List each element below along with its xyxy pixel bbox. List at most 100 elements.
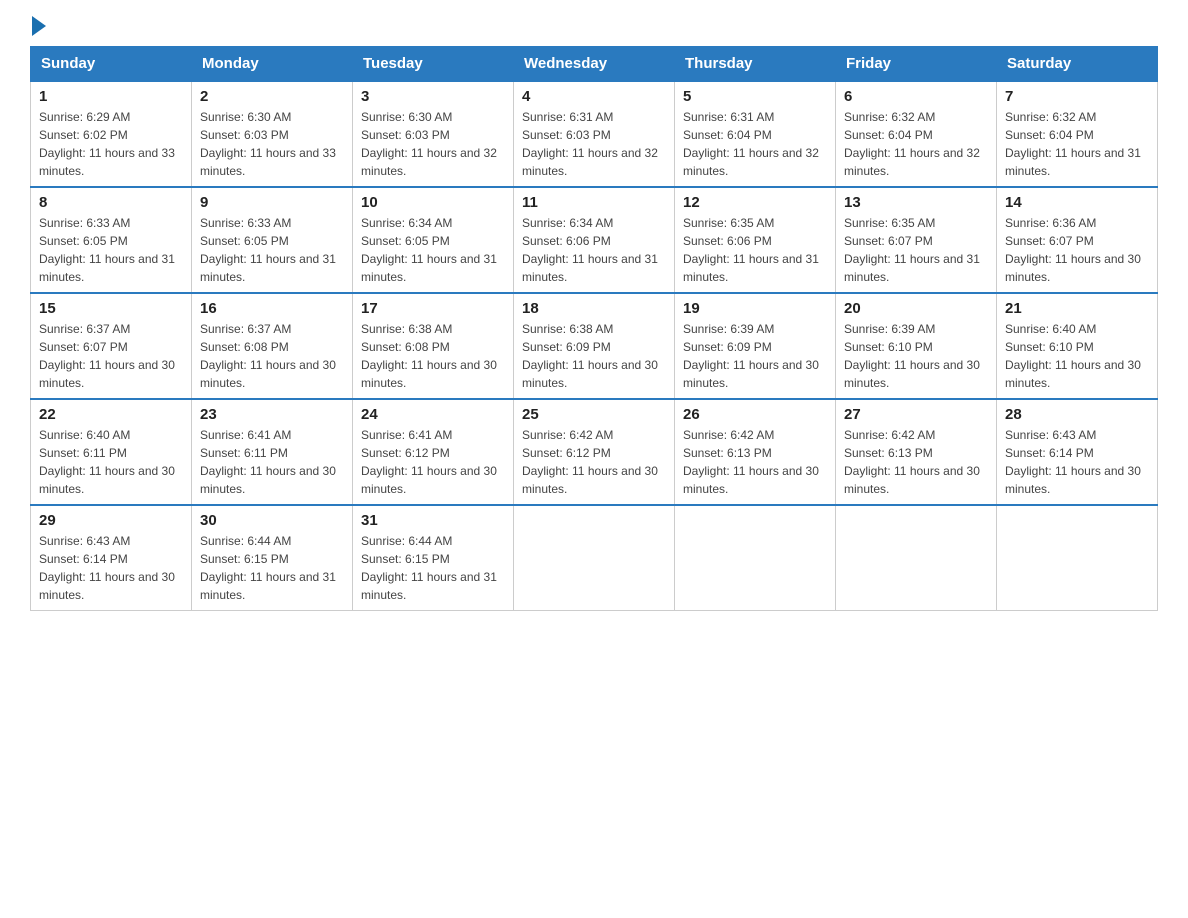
calendar-header-sunday: Sunday [31,47,192,82]
day-info: Sunrise: 6:42 AMSunset: 6:13 PMDaylight:… [683,428,819,496]
calendar-day-cell: 8 Sunrise: 6:33 AMSunset: 6:05 PMDayligh… [31,187,192,293]
day-number: 25 [522,406,666,423]
day-info: Sunrise: 6:43 AMSunset: 6:14 PMDaylight:… [39,534,175,602]
calendar-day-cell: 1 Sunrise: 6:29 AMSunset: 6:02 PMDayligh… [31,81,192,187]
calendar-day-cell: 7 Sunrise: 6:32 AMSunset: 6:04 PMDayligh… [997,81,1158,187]
day-number: 11 [522,194,666,211]
calendar-week-row: 8 Sunrise: 6:33 AMSunset: 6:05 PMDayligh… [31,187,1158,293]
calendar-day-cell: 10 Sunrise: 6:34 AMSunset: 6:05 PMDaylig… [353,187,514,293]
calendar-day-cell [997,505,1158,611]
calendar-day-cell: 18 Sunrise: 6:38 AMSunset: 6:09 PMDaylig… [514,293,675,399]
calendar-day-cell: 14 Sunrise: 6:36 AMSunset: 6:07 PMDaylig… [997,187,1158,293]
day-number: 28 [1005,406,1149,423]
day-number: 14 [1005,194,1149,211]
day-number: 20 [844,300,988,317]
day-info: Sunrise: 6:31 AMSunset: 6:03 PMDaylight:… [522,110,658,178]
calendar-day-cell: 28 Sunrise: 6:43 AMSunset: 6:14 PMDaylig… [997,399,1158,505]
day-number: 12 [683,194,827,211]
day-number: 3 [361,88,505,105]
day-info: Sunrise: 6:41 AMSunset: 6:12 PMDaylight:… [361,428,497,496]
day-number: 7 [1005,88,1149,105]
calendar-day-cell: 29 Sunrise: 6:43 AMSunset: 6:14 PMDaylig… [31,505,192,611]
day-number: 16 [200,300,344,317]
day-info: Sunrise: 6:34 AMSunset: 6:06 PMDaylight:… [522,216,658,284]
calendar-day-cell: 27 Sunrise: 6:42 AMSunset: 6:13 PMDaylig… [836,399,997,505]
calendar-day-cell: 20 Sunrise: 6:39 AMSunset: 6:10 PMDaylig… [836,293,997,399]
day-number: 30 [200,512,344,529]
day-info: Sunrise: 6:42 AMSunset: 6:12 PMDaylight:… [522,428,658,496]
calendar-week-row: 22 Sunrise: 6:40 AMSunset: 6:11 PMDaylig… [31,399,1158,505]
calendar-day-cell: 6 Sunrise: 6:32 AMSunset: 6:04 PMDayligh… [836,81,997,187]
logo-arrow-icon [32,16,46,36]
day-info: Sunrise: 6:37 AMSunset: 6:07 PMDaylight:… [39,322,175,390]
day-info: Sunrise: 6:39 AMSunset: 6:10 PMDaylight:… [844,322,980,390]
calendar-header-row: SundayMondayTuesdayWednesdayThursdayFrid… [31,47,1158,82]
calendar-header-thursday: Thursday [675,47,836,82]
day-info: Sunrise: 6:36 AMSunset: 6:07 PMDaylight:… [1005,216,1141,284]
day-number: 1 [39,88,183,105]
day-info: Sunrise: 6:44 AMSunset: 6:15 PMDaylight:… [200,534,336,602]
day-number: 21 [1005,300,1149,317]
day-number: 13 [844,194,988,211]
calendar-day-cell: 12 Sunrise: 6:35 AMSunset: 6:06 PMDaylig… [675,187,836,293]
calendar-day-cell: 25 Sunrise: 6:42 AMSunset: 6:12 PMDaylig… [514,399,675,505]
calendar-day-cell: 24 Sunrise: 6:41 AMSunset: 6:12 PMDaylig… [353,399,514,505]
day-info: Sunrise: 6:40 AMSunset: 6:11 PMDaylight:… [39,428,175,496]
calendar-day-cell [836,505,997,611]
day-info: Sunrise: 6:32 AMSunset: 6:04 PMDaylight:… [1005,110,1141,178]
day-number: 27 [844,406,988,423]
calendar-day-cell: 26 Sunrise: 6:42 AMSunset: 6:13 PMDaylig… [675,399,836,505]
day-info: Sunrise: 6:37 AMSunset: 6:08 PMDaylight:… [200,322,336,390]
day-number: 5 [683,88,827,105]
day-number: 26 [683,406,827,423]
day-info: Sunrise: 6:31 AMSunset: 6:04 PMDaylight:… [683,110,819,178]
day-number: 10 [361,194,505,211]
day-info: Sunrise: 6:38 AMSunset: 6:08 PMDaylight:… [361,322,497,390]
calendar-header-friday: Friday [836,47,997,82]
day-info: Sunrise: 6:35 AMSunset: 6:06 PMDaylight:… [683,216,819,284]
day-info: Sunrise: 6:33 AMSunset: 6:05 PMDaylight:… [200,216,336,284]
calendar-week-row: 15 Sunrise: 6:37 AMSunset: 6:07 PMDaylig… [31,293,1158,399]
day-info: Sunrise: 6:41 AMSunset: 6:11 PMDaylight:… [200,428,336,496]
day-number: 23 [200,406,344,423]
day-number: 17 [361,300,505,317]
day-number: 6 [844,88,988,105]
day-info: Sunrise: 6:29 AMSunset: 6:02 PMDaylight:… [39,110,175,178]
logo [30,20,46,36]
calendar-day-cell: 15 Sunrise: 6:37 AMSunset: 6:07 PMDaylig… [31,293,192,399]
calendar-day-cell: 2 Sunrise: 6:30 AMSunset: 6:03 PMDayligh… [192,81,353,187]
day-number: 18 [522,300,666,317]
calendar-day-cell: 16 Sunrise: 6:37 AMSunset: 6:08 PMDaylig… [192,293,353,399]
day-info: Sunrise: 6:39 AMSunset: 6:09 PMDaylight:… [683,322,819,390]
day-number: 2 [200,88,344,105]
day-info: Sunrise: 6:38 AMSunset: 6:09 PMDaylight:… [522,322,658,390]
calendar-day-cell: 9 Sunrise: 6:33 AMSunset: 6:05 PMDayligh… [192,187,353,293]
calendar-day-cell: 30 Sunrise: 6:44 AMSunset: 6:15 PMDaylig… [192,505,353,611]
calendar-day-cell: 4 Sunrise: 6:31 AMSunset: 6:03 PMDayligh… [514,81,675,187]
calendar-day-cell: 5 Sunrise: 6:31 AMSunset: 6:04 PMDayligh… [675,81,836,187]
calendar-week-row: 1 Sunrise: 6:29 AMSunset: 6:02 PMDayligh… [31,81,1158,187]
page-header [30,20,1158,36]
calendar-day-cell: 23 Sunrise: 6:41 AMSunset: 6:11 PMDaylig… [192,399,353,505]
calendar-header-saturday: Saturday [997,47,1158,82]
day-info: Sunrise: 6:44 AMSunset: 6:15 PMDaylight:… [361,534,497,602]
day-info: Sunrise: 6:30 AMSunset: 6:03 PMDaylight:… [361,110,497,178]
calendar-day-cell: 31 Sunrise: 6:44 AMSunset: 6:15 PMDaylig… [353,505,514,611]
day-number: 9 [200,194,344,211]
day-info: Sunrise: 6:34 AMSunset: 6:05 PMDaylight:… [361,216,497,284]
day-info: Sunrise: 6:42 AMSunset: 6:13 PMDaylight:… [844,428,980,496]
day-number: 29 [39,512,183,529]
day-number: 15 [39,300,183,317]
calendar-header-wednesday: Wednesday [514,47,675,82]
calendar-table: SundayMondayTuesdayWednesdayThursdayFrid… [30,46,1158,611]
calendar-day-cell: 21 Sunrise: 6:40 AMSunset: 6:10 PMDaylig… [997,293,1158,399]
calendar-week-row: 29 Sunrise: 6:43 AMSunset: 6:14 PMDaylig… [31,505,1158,611]
calendar-day-cell: 19 Sunrise: 6:39 AMSunset: 6:09 PMDaylig… [675,293,836,399]
day-number: 24 [361,406,505,423]
day-number: 8 [39,194,183,211]
calendar-day-cell: 22 Sunrise: 6:40 AMSunset: 6:11 PMDaylig… [31,399,192,505]
day-info: Sunrise: 6:33 AMSunset: 6:05 PMDaylight:… [39,216,175,284]
day-info: Sunrise: 6:40 AMSunset: 6:10 PMDaylight:… [1005,322,1141,390]
calendar-header-monday: Monday [192,47,353,82]
calendar-day-cell: 17 Sunrise: 6:38 AMSunset: 6:08 PMDaylig… [353,293,514,399]
